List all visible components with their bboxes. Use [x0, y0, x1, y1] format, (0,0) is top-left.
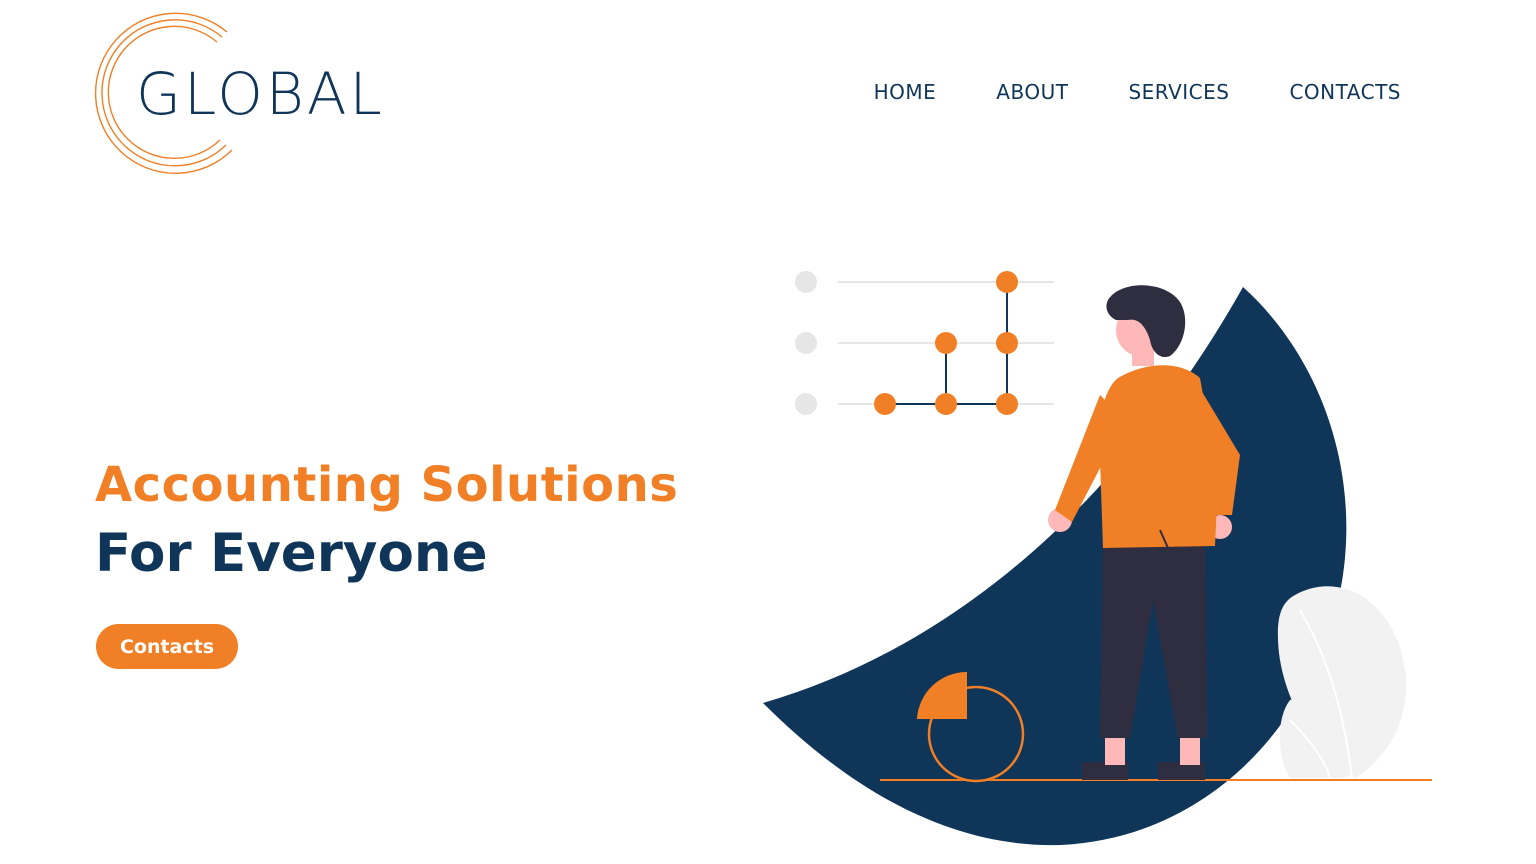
hero-title-line2: For Everyone	[95, 523, 488, 584]
hero-heading: Accounting Solutions For Everyone	[95, 452, 678, 590]
plant-icon	[1277, 586, 1407, 779]
nav-contacts[interactable]: CONTACTS	[1289, 78, 1401, 106]
logo-text: GLOBAL	[136, 60, 385, 128]
nav-services[interactable]: SERVICES	[1128, 78, 1229, 106]
network-chart-icon	[795, 271, 1054, 415]
contacts-button[interactable]: Contacts	[96, 624, 238, 669]
hero-illustration	[763, 271, 1432, 846]
logo-link[interactable]: GLOBAL	[92, 10, 422, 175]
main-nav: HOME ABOUT SERVICES CONTACTS	[874, 78, 1401, 106]
hero-title-line1: Accounting Solutions	[95, 457, 679, 513]
navy-background-shape	[763, 287, 1347, 846]
page: GLOBAL HOME ABOUT SERVICES CONTACTS Acco…	[0, 0, 1536, 864]
nav-home[interactable]: HOME	[874, 78, 937, 106]
nav-about[interactable]: ABOUT	[996, 78, 1068, 106]
